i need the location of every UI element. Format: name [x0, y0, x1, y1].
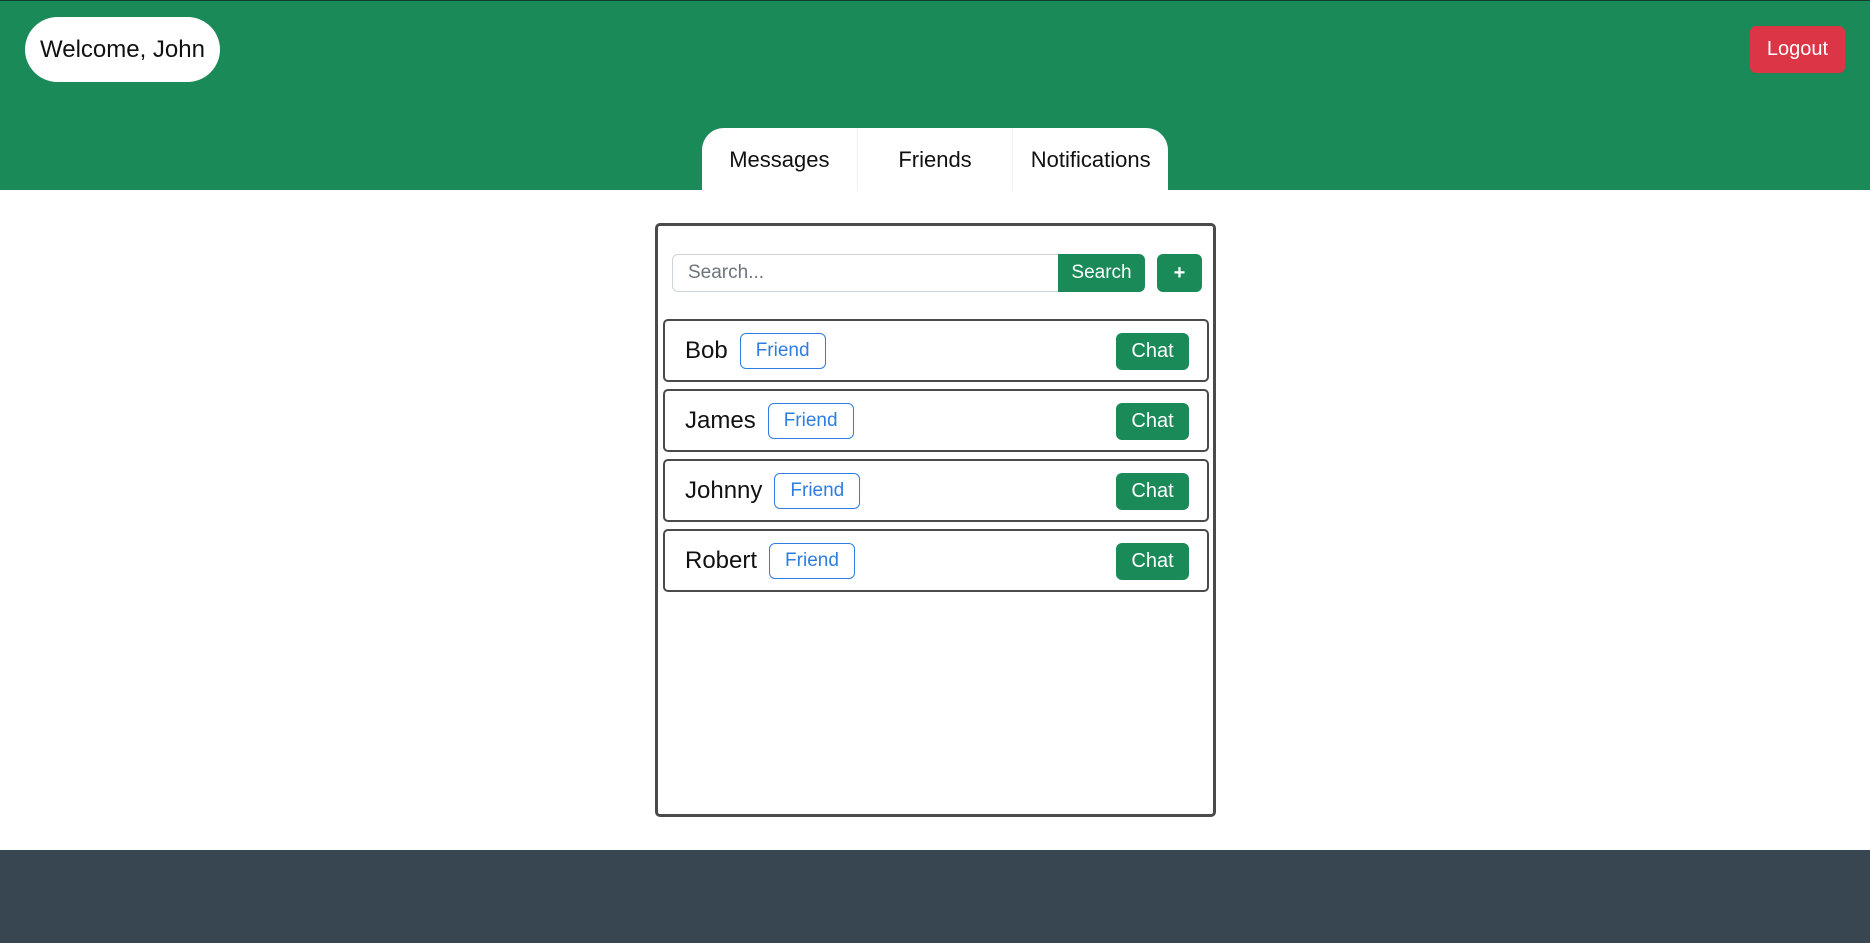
friend-badge: Friend [767, 402, 854, 439]
chat-button[interactable]: Chat [1116, 543, 1189, 580]
friend-name: Bob [685, 336, 728, 364]
search-button[interactable]: Search [1058, 254, 1145, 292]
list-item: James Friend Chat [663, 389, 1209, 452]
search-bar: Search + [672, 254, 1202, 292]
logout-button[interactable]: Logout [1750, 26, 1845, 73]
friend-name: Robert [685, 546, 758, 574]
tab-messages[interactable]: Messages [702, 128, 858, 191]
list-item: Robert Friend Chat [663, 529, 1209, 592]
chat-button[interactable]: Chat [1116, 473, 1189, 510]
tab-notifications[interactable]: Notifications [1013, 128, 1168, 191]
tab-friends[interactable]: Friends [858, 128, 1014, 191]
friend-badge: Friend [739, 332, 826, 369]
search-input[interactable] [672, 254, 1058, 292]
friend-badge: Friend [769, 542, 855, 579]
top-header: Welcome, John Logout Messages Friends No… [0, 0, 1870, 191]
welcome-pill: Welcome, John [25, 17, 220, 82]
friends-panel: Search + Bob Friend Chat James Friend Ch… [655, 223, 1216, 817]
list-item: Bob Friend Chat [663, 319, 1209, 382]
chat-button[interactable]: Chat [1116, 403, 1189, 440]
list-item: Johnny Friend Chat [663, 459, 1209, 522]
friend-name: Johnny [685, 476, 763, 504]
add-friend-button[interactable]: + [1157, 254, 1202, 292]
page-footer [0, 850, 1870, 943]
tab-bar: Messages Friends Notifications [702, 128, 1168, 191]
friends-list: Bob Friend Chat James Friend Chat Johnny… [663, 319, 1209, 599]
friend-name: James [685, 406, 756, 434]
chat-button[interactable]: Chat [1116, 333, 1189, 370]
friend-badge: Friend [774, 472, 861, 509]
